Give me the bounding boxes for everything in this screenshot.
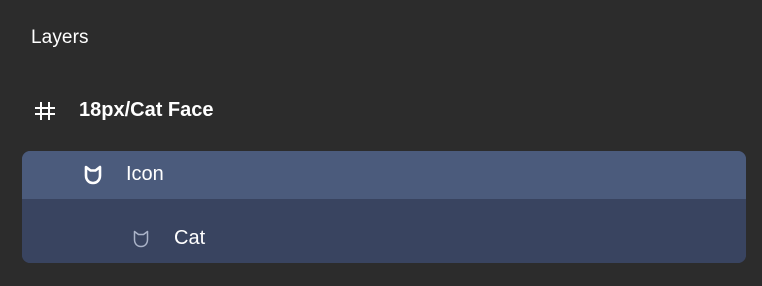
layer-row-icon[interactable]: Icon [22,151,746,199]
layers-panel: Layers 18px/Cat Face Icon Cat [0,0,762,286]
layer-label: Icon [126,163,164,185]
selection-group: Icon Cat [22,151,746,263]
layer-label: Cat [174,227,206,249]
cat-face-outline-icon [131,229,151,249]
frame-label: 18px/Cat Face [79,99,214,121]
layer-row-cat[interactable]: Cat [22,199,746,263]
panel-title: Layers [31,27,89,48]
cat-face-filled-icon [83,165,103,185]
layer-row-frame[interactable]: 18px/Cat Face [0,88,762,134]
hash-icon [33,101,57,121]
